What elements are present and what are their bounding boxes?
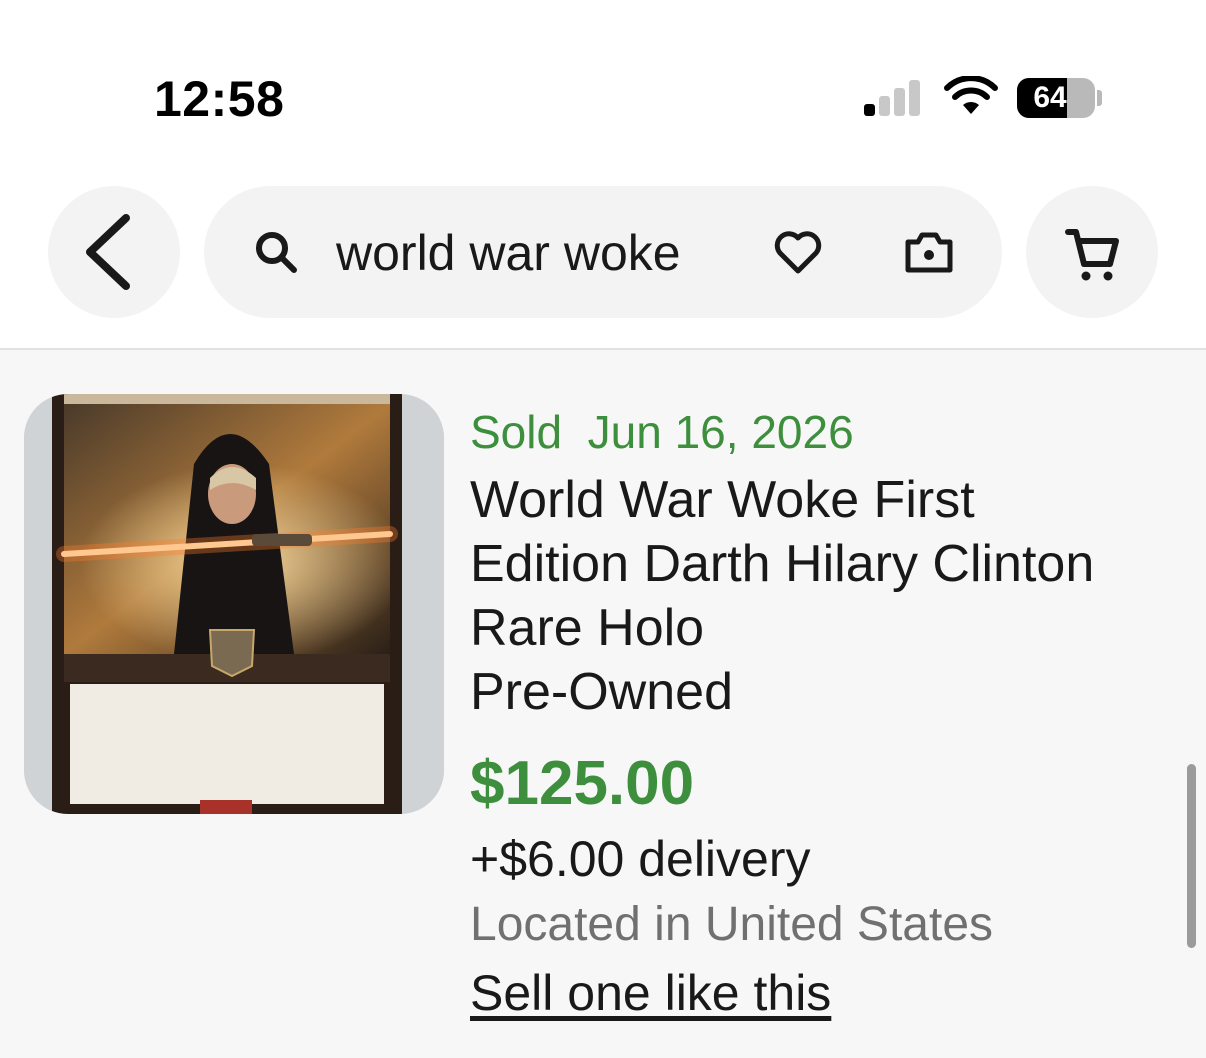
status-time: 12:58	[154, 71, 285, 127]
wifi-icon	[944, 76, 998, 114]
battery-percent: 64	[1033, 81, 1067, 114]
heart-icon	[774, 231, 822, 274]
camera-icon	[905, 232, 953, 273]
listing-details: Sold Jun 16, 2026 World War Woke First E…	[470, 402, 1180, 1028]
battery-icon: 64	[1017, 78, 1095, 118]
listing-title[interactable]: World War Woke First Edition Darth Hilar…	[470, 468, 1180, 660]
trading-card-image	[24, 394, 444, 814]
cellular-signal-icon	[864, 80, 924, 116]
sold-price: $125.00	[470, 749, 695, 818]
scrollbar[interactable]	[1187, 764, 1196, 948]
cart-icon	[1065, 229, 1119, 281]
search-header: world war woke	[0, 150, 1206, 350]
sell-one-like-this-link[interactable]: Sell one like this	[470, 958, 1180, 1028]
battery-tip	[1097, 90, 1102, 106]
cart-button[interactable]	[1026, 186, 1158, 318]
chevron-left-icon	[86, 214, 130, 290]
item-condition: Pre-Owned	[470, 663, 733, 721]
back-button[interactable]	[48, 186, 180, 318]
sold-date: Jun 16, 2026	[587, 406, 854, 458]
listing-title-line: World War Woke First	[470, 471, 975, 529]
listing-image[interactable]	[24, 394, 444, 814]
listing-title-line: Edition Darth Hilary Clinton	[470, 535, 1095, 593]
sold-label: Sold	[470, 406, 563, 458]
save-search-button[interactable]	[772, 226, 824, 278]
sold-status: Sold Jun 16, 2026	[470, 402, 1180, 462]
listing-title-line: Rare Holo	[470, 599, 705, 657]
image-search-button[interactable]	[904, 230, 954, 274]
search-query[interactable]: world war woke	[336, 224, 681, 282]
search-bar[interactable]: world war woke	[204, 186, 1002, 318]
status-bar: 12:58 64	[0, 0, 1206, 150]
search-icon	[256, 232, 297, 273]
search-result-item[interactable]: Sold Jun 16, 2026 World War Woke First E…	[0, 350, 1206, 1058]
delivery-cost: +$6.00 delivery	[470, 831, 811, 887]
item-location: Located in United States	[470, 898, 994, 951]
